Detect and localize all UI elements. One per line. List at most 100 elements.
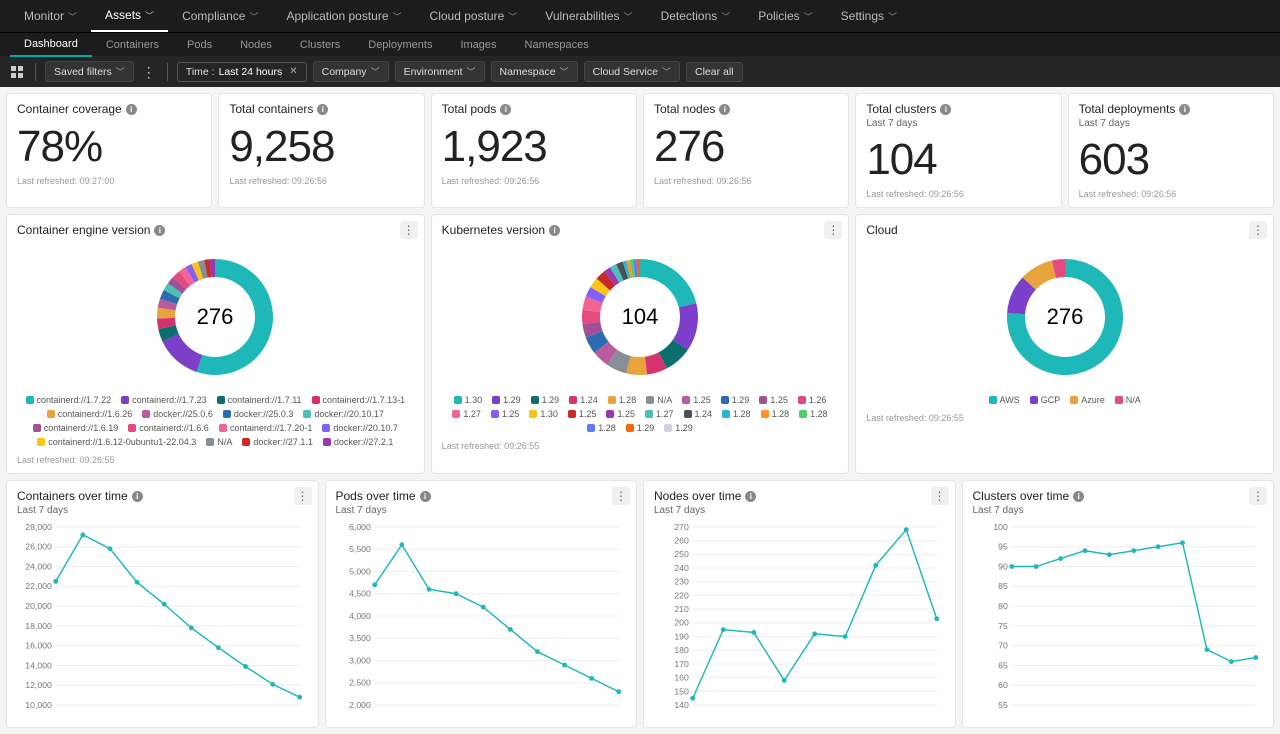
topnav-item-settings[interactable]: Settings﹀ [827,0,911,32]
card-menu-button[interactable]: ⋮ [1249,221,1267,239]
topnav-item-compliance[interactable]: Compliance﹀ [168,0,272,32]
legend-item[interactable]: docker://27.2.1 [323,437,394,447]
legend-item[interactable]: containerd://1.6.12-0ubuntu1-22.04.3 [37,437,196,447]
legend-item[interactable]: 1.25 [682,395,711,405]
legend-item[interactable]: N/A [206,437,232,447]
legend-item[interactable]: 1.26 [798,395,827,405]
svg-text:160: 160 [674,673,689,683]
legend-item[interactable]: AWS [989,395,1020,405]
info-icon[interactable]: i [132,491,143,502]
legend-label: 1.29 [637,423,655,433]
topnav-item-cloud-posture[interactable]: Cloud posture﹀ [416,0,532,32]
topnav-item-vulnerabilities[interactable]: Vulnerabilities﹀ [531,0,646,32]
info-icon[interactable]: i [940,104,951,115]
info-icon[interactable]: i [154,225,165,236]
legend-item[interactable]: 1.29 [531,395,560,405]
legend-item[interactable]: 1.29 [664,423,693,433]
legend-item[interactable]: docker://25.0.3 [223,409,294,419]
topnav-item-policies[interactable]: Policies﹀ [744,0,826,32]
filter-chip-company[interactable]: Company﹀ [313,61,389,82]
card-menu-button[interactable]: ⋮ [931,487,949,505]
card-title: Clusters over time i [973,489,1264,503]
legend-item[interactable]: 1.27 [452,409,481,419]
legend-item[interactable]: containerd://1.7.22 [26,395,112,405]
legend-item[interactable]: 1.29 [492,395,521,405]
legend-item[interactable]: 1.25 [491,409,520,419]
subnav-item-clusters[interactable]: Clusters [286,33,354,57]
legend-item[interactable]: containerd://1.7.11 [217,395,302,405]
legend-item[interactable]: 1.29 [721,395,750,405]
subnav-item-pods[interactable]: Pods [173,33,226,57]
legend-item[interactable]: 1.24 [684,409,713,419]
subnav-item-nodes[interactable]: Nodes [226,33,286,57]
legend-item[interactable]: Azure [1070,395,1105,405]
legend-item[interactable]: 1.28 [799,409,828,419]
chevron-down-icon: ﹀ [804,10,813,23]
filter-chip-cloud-service[interactable]: Cloud Service﹀ [584,61,680,82]
legend-label: GCP [1041,395,1061,405]
legend-label: N/A [1126,395,1141,405]
more-icon[interactable]: ⋮ [140,63,158,81]
clear-all-button[interactable]: Clear all [686,62,743,82]
legend-item[interactable]: docker://20.10.17 [303,409,384,419]
topnav-item-monitor[interactable]: Monitor﹀ [10,0,91,32]
legend-item[interactable]: containerd://1.7.13-1 [312,395,406,405]
legend-item[interactable]: 1.28 [722,409,751,419]
time-filter-chip[interactable]: Time : Last 24 hours ✕ [177,62,307,82]
legend-item[interactable]: containerd://1.6.19 [33,423,119,433]
legend-item[interactable]: N/A [1115,395,1141,405]
legend-item[interactable]: N/A [646,395,672,405]
legend-item[interactable]: GCP [1030,395,1061,405]
legend-item[interactable]: 1.29 [626,423,655,433]
legend-item[interactable]: 1.28 [608,395,637,405]
subnav-item-images[interactable]: Images [446,33,510,57]
legend-swatch [798,396,806,404]
info-icon[interactable]: i [1179,104,1190,115]
subnav-item-dashboard[interactable]: Dashboard [10,33,92,57]
card-menu-button[interactable]: ⋮ [294,487,312,505]
card-menu-button[interactable]: ⋮ [400,221,418,239]
kpi-card: Total deployments i Last 7 days 603 Last… [1068,93,1274,208]
legend-item[interactable]: 1.27 [645,409,674,419]
info-icon[interactable]: i [500,104,511,115]
legend-item[interactable]: 1.30 [454,395,483,405]
legend-item[interactable]: docker://25.0.6 [142,409,213,419]
legend-item[interactable]: 1.25 [759,395,788,405]
info-icon[interactable]: i [719,104,730,115]
card-menu-button[interactable]: ⋮ [1249,487,1267,505]
last-refreshed: Last refreshed: 09:27:00 [17,176,201,186]
legend-item[interactable]: 1.30 [529,409,558,419]
info-icon[interactable]: i [420,491,431,502]
info-icon[interactable]: i [745,491,756,502]
dashboard-icon[interactable] [8,63,26,81]
filter-chip-environment[interactable]: Environment﹀ [395,61,485,82]
legend-item[interactable]: containerd://1.7.23 [121,395,207,405]
subnav-item-deployments[interactable]: Deployments [354,33,446,57]
legend-item[interactable]: 1.25 [606,409,635,419]
filter-chip-namespace[interactable]: Namespace﹀ [491,61,578,82]
info-icon[interactable]: i [126,104,137,115]
subnav-item-namespaces[interactable]: Namespaces [511,33,603,57]
legend-item[interactable]: containerd://1.7.20-1 [219,423,313,433]
topnav-item-detections[interactable]: Detections﹀ [647,0,745,32]
legend-item[interactable]: 1.24 [569,395,598,405]
card-menu-button[interactable]: ⋮ [612,487,630,505]
legend-item[interactable]: containerd://1.6.26 [47,409,133,419]
legend-item[interactable]: docker://20.10.7 [322,423,398,433]
topnav-item-application-posture[interactable]: Application posture﹀ [272,0,415,32]
info-icon[interactable]: i [1073,491,1084,502]
legend-swatch [529,410,537,418]
card-menu-button[interactable]: ⋮ [824,221,842,239]
legend-item[interactable]: 1.25 [568,409,597,419]
legend-item[interactable]: containerd://1.6.6 [128,423,209,433]
info-icon[interactable]: i [549,225,560,236]
info-icon[interactable]: i [317,104,328,115]
subnav-item-containers[interactable]: Containers [92,33,173,57]
legend-item[interactable]: 1.28 [761,409,790,419]
svg-text:270: 270 [674,522,689,532]
legend-item[interactable]: 1.28 [587,423,616,433]
topnav-item-assets[interactable]: Assets﹀ [91,0,168,32]
close-icon[interactable]: ✕ [286,66,297,77]
legend-item[interactable]: docker://27.1.1 [242,437,313,447]
saved-filters-chip[interactable]: Saved filters ﹀ [45,61,134,82]
